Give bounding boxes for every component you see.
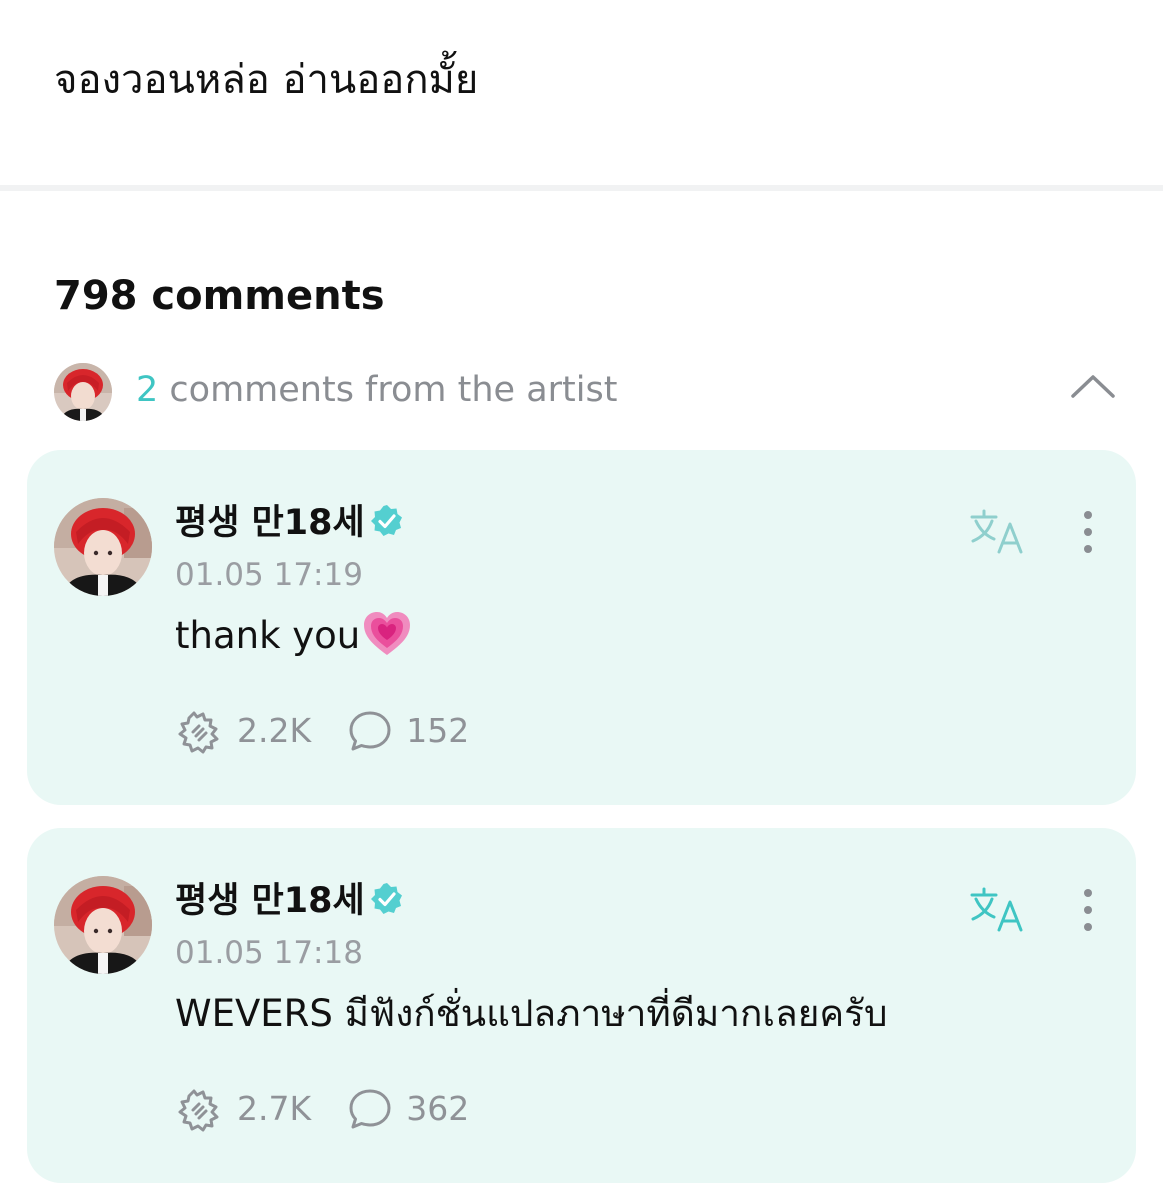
artist-comments-label: 2 comments from the artist — [136, 368, 617, 412]
growing-heart-emoji — [364, 611, 411, 655]
comment-stats: 2.2K 152 — [175, 708, 469, 756]
translate-icon[interactable] — [969, 886, 1027, 934]
author-avatar[interactable] — [54, 498, 152, 596]
like-button[interactable]: 2.2K — [175, 708, 311, 754]
more-vertical-icon[interactable] — [1073, 886, 1103, 934]
artist-comments-count: 2 — [136, 370, 159, 410]
post-text: จองวอนหล่อ อ่านออกมั้ย — [54, 57, 479, 103]
chevron-up-icon[interactable] — [1070, 372, 1116, 402]
artist-comments-toggle[interactable]: 2 comments from the artist — [54, 360, 1124, 421]
author-line: 평생 만18세 — [175, 878, 405, 924]
speech-bubble-icon — [349, 1089, 391, 1129]
author-name[interactable]: 평생 만18세 — [175, 881, 365, 921]
speech-bubble-icon — [349, 711, 391, 751]
verified-badge-icon — [370, 505, 402, 536]
artist-avatar-small — [54, 363, 112, 421]
comment-stats: 2.7K 362 — [175, 1086, 469, 1134]
like-count: 2.7K — [237, 1089, 312, 1128]
author-name[interactable]: 평생 만18세 — [175, 503, 365, 543]
comment-timestamp: 01.05 17:19 — [175, 557, 363, 593]
section-divider — [0, 185, 1163, 191]
like-button[interactable]: 2.7K — [175, 1086, 311, 1132]
cheer-hand-icon — [178, 1089, 219, 1132]
comments-count-heading: 798 comments — [54, 273, 385, 319]
author-line: 평생 만18세 — [175, 500, 405, 546]
translate-icon[interactable] — [969, 508, 1027, 556]
reply-button[interactable]: 362 — [348, 1086, 469, 1132]
comment-text: thank you — [175, 610, 412, 662]
more-vertical-icon[interactable] — [1073, 508, 1103, 556]
comment-text: WEVERS มีฟังก์ชั่นแปลภาษาที่ดีมากเลยครับ — [175, 992, 888, 1035]
comment-timestamp: 01.05 17:18 — [175, 935, 363, 971]
artist-comments-text: comments from the artist — [158, 370, 618, 410]
cheer-hand-icon — [178, 711, 219, 754]
reply-button[interactable]: 152 — [348, 708, 469, 754]
comment-text-content: thank you — [175, 614, 361, 657]
artist-comment-card[interactable]: 평생 만18세 01.05 17:18 WEVERS มีฟังก์ชั่นแป… — [27, 828, 1136, 1183]
reply-count: 362 — [406, 1089, 470, 1128]
reply-count: 152 — [406, 711, 470, 750]
like-count: 2.2K — [237, 711, 312, 750]
artist-comment-card[interactable]: 평생 만18세 01.05 17:19 thank you 2.2K 152 — [27, 450, 1136, 805]
author-avatar[interactable] — [54, 876, 152, 974]
verified-badge-icon — [370, 883, 402, 914]
